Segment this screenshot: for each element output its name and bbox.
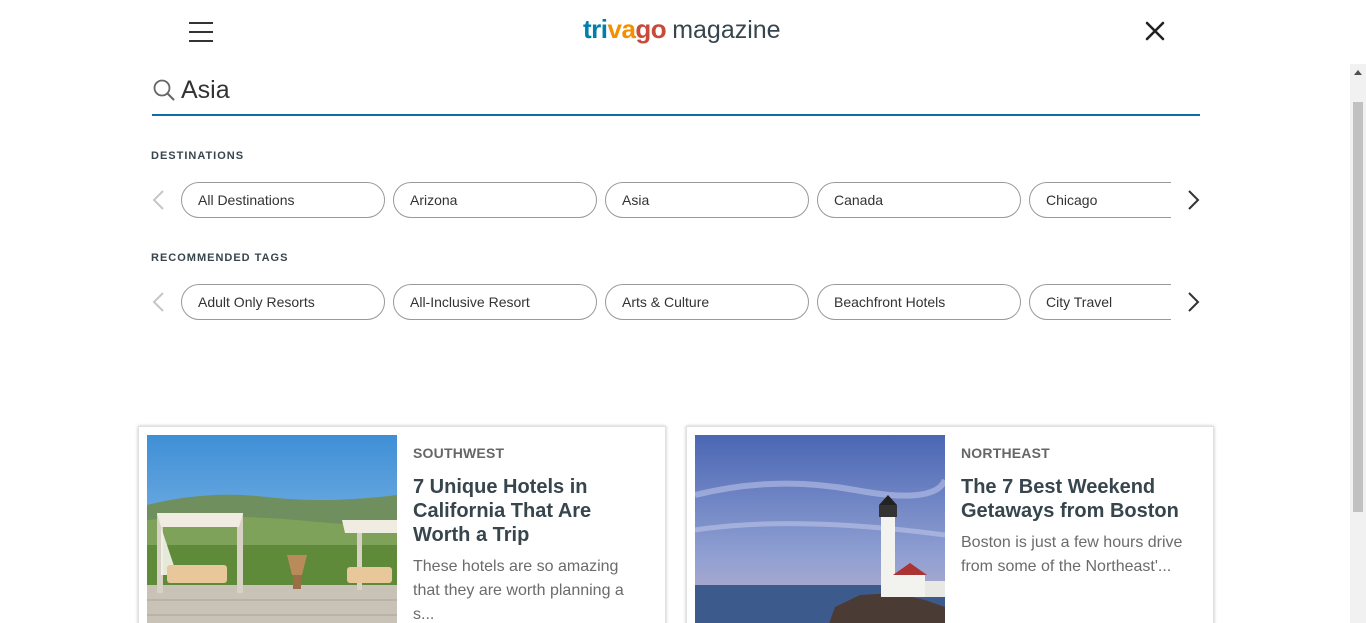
tag-chip[interactable]: Beachfront Hotels (817, 284, 1021, 320)
destination-chip[interactable]: Chicago (1029, 182, 1171, 218)
page-scrollbar[interactable] (1350, 64, 1366, 623)
tag-chip[interactable]: Adult Only Resorts (181, 284, 385, 320)
close-icon[interactable] (1144, 20, 1166, 42)
tags-carousel: Adult Only Resorts All-Inclusive Resort … (151, 283, 1203, 321)
chevron-left-icon[interactable] (151, 290, 165, 314)
article-category[interactable]: SOUTHWEST (413, 445, 649, 461)
chevron-left-icon[interactable] (151, 188, 165, 212)
article-title[interactable]: The 7 Best Weekend Getaways from Boston (961, 475, 1197, 523)
destination-chip[interactable]: Arizona (393, 182, 597, 218)
hamburger-menu-icon[interactable] (189, 21, 213, 43)
article-text: SOUTHWEST 7 Unique Hotels in California … (413, 445, 649, 623)
destinations-carousel: All Destinations Arizona Asia Canada Chi… (151, 181, 1203, 219)
logo-word: magazine (672, 16, 781, 44)
tag-chip[interactable]: City Travel (1029, 284, 1171, 320)
destinations-list: All Destinations Arizona Asia Canada Chi… (181, 181, 1171, 219)
logo-brand: trivago (583, 14, 667, 44)
article-image-vineyard-terrace[interactable] (147, 435, 397, 623)
recommended-tags-heading: RECOMMENDED TAGS (151, 252, 289, 264)
scrollbar-thumb[interactable] (1353, 102, 1363, 512)
article-description: Boston is just a few hours drive from so… (961, 534, 1183, 575)
article-image-lighthouse[interactable] (695, 435, 945, 623)
destinations-heading: DESTINATIONS (151, 150, 245, 162)
tags-list: Adult Only Resorts All-Inclusive Resort … (181, 283, 1171, 321)
article-text: NORTHEAST The 7 Best Weekend Getaways fr… (961, 445, 1197, 579)
article-category[interactable]: NORTHEAST (961, 445, 1197, 461)
article-description: These hotels are so amazing that they ar… (413, 558, 624, 623)
destination-chip[interactable]: All Destinations (181, 182, 385, 218)
site-header: trivago magazine (0, 0, 1366, 64)
chevron-right-icon[interactable] (1187, 290, 1201, 314)
tag-chip[interactable]: Arts & Culture (605, 284, 809, 320)
chevron-right-icon[interactable] (1187, 188, 1201, 212)
search-bar (152, 66, 1200, 116)
scroll-up-arrow-icon[interactable] (1350, 64, 1366, 80)
article-title[interactable]: 7 Unique Hotels in California That Are W… (413, 475, 649, 547)
article-card[interactable]: NORTHEAST The 7 Best Weekend Getaways fr… (686, 426, 1214, 623)
destination-chip[interactable]: Canada (817, 182, 1021, 218)
search-input[interactable] (181, 70, 1181, 110)
trivago-magazine-logo[interactable]: trivago magazine (583, 14, 781, 48)
search-icon (152, 78, 176, 102)
tag-chip[interactable]: All-Inclusive Resort (393, 284, 597, 320)
article-card[interactable]: SOUTHWEST 7 Unique Hotels in California … (138, 426, 666, 623)
destination-chip[interactable]: Asia (605, 182, 809, 218)
